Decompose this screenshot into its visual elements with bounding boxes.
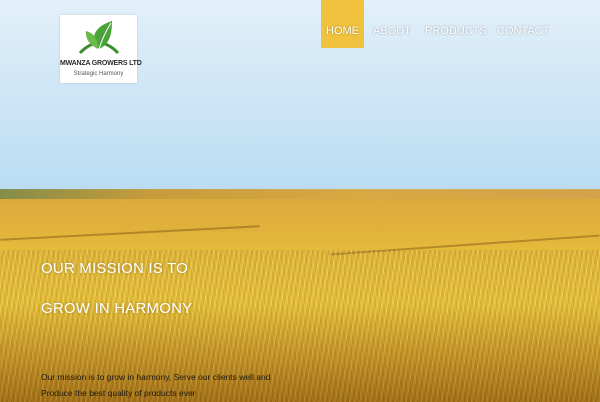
- field-horizon: [0, 189, 600, 199]
- nav-contact[interactable]: CONTACT: [497, 0, 549, 48]
- leaf-icon: [78, 21, 120, 55]
- company-tagline: Strategic Harmony: [73, 71, 124, 77]
- company-logo[interactable]: MWANZA GROWERS LTD Strategic Harmony: [60, 15, 142, 83]
- nav-home[interactable]: HOME: [321, 0, 364, 48]
- mission-text-line2: Produce the best quality of products eve…: [41, 388, 196, 398]
- mission-text-line1: Our mission is to grow in harmony, Serve…: [41, 372, 271, 382]
- company-name: MWANZA GROWERS LTD: [60, 60, 142, 67]
- mission-headline-line1: OUR MISSION IS TO: [41, 260, 189, 277]
- nav-products[interactable]: PRODUCTS: [425, 0, 487, 48]
- mission-headline-line2: GROW IN HARMONY: [41, 300, 193, 317]
- nav-about[interactable]: ABOUT: [372, 0, 412, 48]
